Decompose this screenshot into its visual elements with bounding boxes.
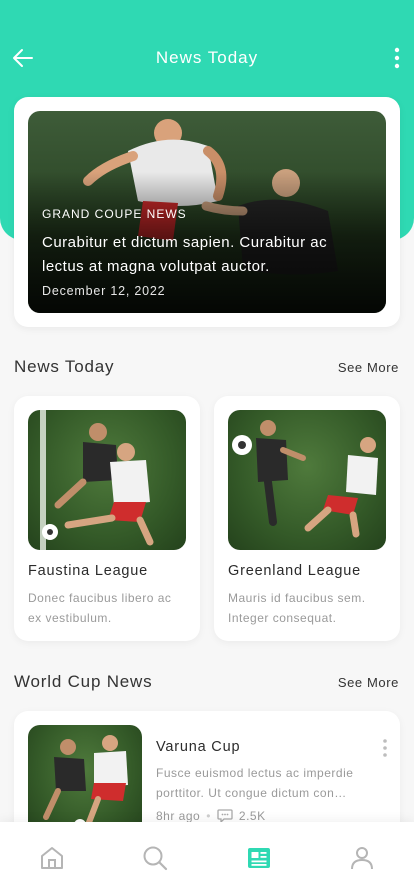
list-item-description: Fusce euismod lectus ac imperdie porttit…	[156, 766, 354, 800]
list-item-image	[28, 725, 142, 837]
featured-category: GRAND COUPE NEWS	[42, 207, 187, 221]
home-icon	[41, 847, 63, 869]
featured-date: December 12, 2022	[42, 284, 166, 298]
comment-count: 2.5K	[238, 809, 266, 823]
featured-news-image[interactable]: GRAND COUPE NEWS Curabitur et dictum sap…	[28, 111, 386, 313]
soccer-players-illustration	[43, 735, 128, 831]
news-card-description: Mauris id faucibus sem. Integer consequa…	[228, 591, 366, 625]
more-options-button[interactable]	[390, 44, 404, 72]
time-ago: 8hr ago	[156, 809, 201, 823]
soccer-players-illustration	[232, 420, 378, 538]
nav-profile[interactable]	[348, 844, 376, 872]
list-item-menu-button[interactable]	[380, 737, 390, 759]
newspaper-icon	[248, 848, 270, 868]
see-more-news-today-link[interactable]: See More	[338, 360, 399, 375]
news-card-image	[28, 410, 186, 550]
section-title-world-cup: World Cup News	[14, 672, 153, 691]
top-bar: News Today	[0, 36, 414, 80]
nav-search[interactable]	[141, 844, 169, 872]
comment-icon	[217, 809, 233, 823]
bottom-navigation	[0, 822, 414, 896]
list-item-title: Varuna Cup	[156, 739, 241, 755]
more-vertical-icon	[383, 739, 387, 757]
news-card[interactable]: Greenland League Mauris id faucibus sem.…	[214, 396, 400, 641]
page-title: News Today	[155, 48, 259, 67]
profile-icon	[351, 847, 373, 870]
news-card-description: Donec faucibus libero ac ex vestibulum.	[28, 591, 172, 625]
nav-home[interactable]	[38, 844, 66, 872]
separator-dot: •	[206, 809, 211, 823]
news-card-title: Faustina League	[28, 563, 149, 579]
nav-news[interactable]	[245, 844, 273, 872]
featured-title: Curabitur et dictum sapien. Curabitur ac…	[42, 234, 328, 275]
news-card-image	[228, 410, 386, 550]
search-icon	[143, 846, 168, 871]
more-vertical-icon	[394, 47, 400, 69]
section-title-news-today: News Today	[14, 357, 115, 376]
soccer-players-illustration	[40, 410, 154, 550]
news-card-title: Greenland League	[228, 563, 361, 579]
featured-card: GRAND COUPE NEWS Curabitur et dictum sap…	[14, 97, 400, 327]
list-item-meta: 8hr ago • 2.5K	[156, 809, 266, 823]
see-more-world-cup-link[interactable]: See More	[338, 675, 399, 690]
news-card[interactable]: Faustina League Donec faucibus libero ac…	[14, 396, 200, 641]
